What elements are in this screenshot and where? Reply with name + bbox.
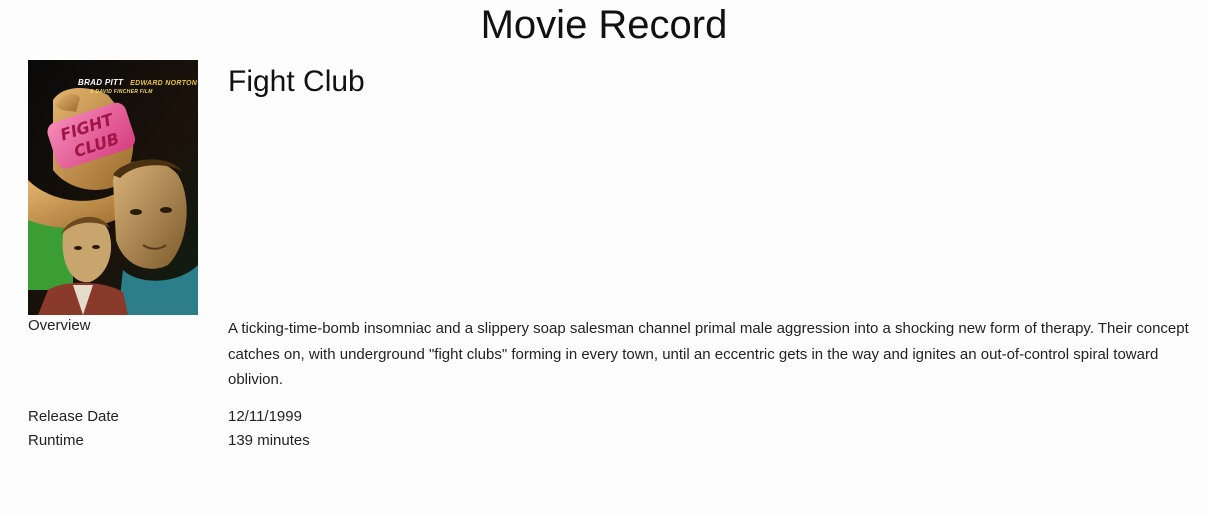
movie-title: Fight Club <box>228 65 365 98</box>
poster-credits: BRAD PITT EDWARD NORTON A DAVID FINCHER … <box>78 78 197 97</box>
movie-poster: FIGHT CLUB BRAD PITT EDWARD NORTON A DAV… <box>28 60 198 315</box>
overview-label: Overview <box>28 317 91 334</box>
poster-credit-actor1: BRAD PITT <box>78 78 124 87</box>
poster-artwork: FIGHT CLUB <box>28 60 198 315</box>
page-title: Movie Record <box>480 3 728 47</box>
release-date-value: 12/11/1999 <box>228 408 302 425</box>
overview-text: A ticking-time-bomb insomniac and a slip… <box>228 320 1189 388</box>
movie-record-page: Movie Record FIGHT CLUB BRAD PITT EDWARD… <box>0 0 1208 516</box>
runtime-label: Runtime <box>28 432 84 449</box>
release-date-label: Release Date <box>28 408 119 425</box>
runtime-value: 139 minutes <box>228 432 310 449</box>
poster-credit-director: A DAVID FINCHER FILM <box>90 89 153 95</box>
poster-credit-actor2: EDWARD NORTON <box>130 80 198 87</box>
